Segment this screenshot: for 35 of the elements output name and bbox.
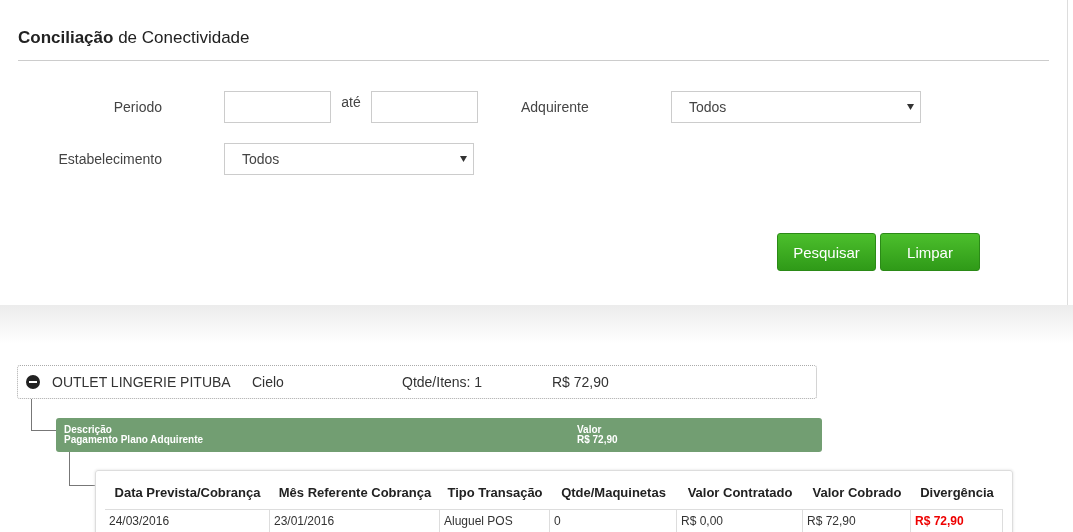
column-header: Qtde/Maquinetas xyxy=(550,475,677,510)
establishment-select[interactable]: Todos xyxy=(224,143,474,175)
caret-icon xyxy=(460,156,467,162)
table-cell: R$ 0,00 xyxy=(677,510,803,532)
column-header: Data Prevista/Cobrança xyxy=(105,475,270,510)
establishment-label: Estabelecimento xyxy=(58,151,163,167)
table-cell: 0 xyxy=(550,510,677,532)
group-total: R$ 72,90 xyxy=(552,374,609,390)
table-cell: 24/03/2016 xyxy=(105,510,270,532)
value-text: R$ 72,90 xyxy=(577,435,618,445)
table-cell: 23/01/2016 xyxy=(270,510,440,532)
description-text: Pagamento Plano Adquirente xyxy=(64,435,205,445)
table-cell: R$ 72,90 xyxy=(911,510,1003,532)
item-count: Qtde/Itens: 1 xyxy=(402,374,484,390)
column-header: Mês Referente Cobrança xyxy=(270,475,440,510)
period-label: Periodo xyxy=(113,99,163,115)
table-cell: Aluguel POS xyxy=(440,510,550,532)
tree-connector xyxy=(69,452,95,486)
period-from-field[interactable] xyxy=(224,91,331,123)
acquirer-select[interactable]: Todos xyxy=(671,91,921,123)
column-header: Valor Contratado xyxy=(677,475,803,510)
period-to-field[interactable] xyxy=(371,91,478,123)
column-header: Valor Cobrado xyxy=(803,475,911,510)
collapse-icon[interactable] xyxy=(26,375,40,389)
value-label: Valor xyxy=(577,425,603,435)
page-title: Conciliação de Conectividade xyxy=(18,28,1049,61)
description-label: Descrição xyxy=(64,425,112,435)
acquirer-label: Adquirente xyxy=(521,99,590,115)
between-label: até xyxy=(341,94,361,110)
store-name: OUTLET LINGERIE PITUBA xyxy=(52,374,232,390)
column-header: Divergência xyxy=(911,475,1003,510)
acquirer-name: Cielo xyxy=(252,374,285,390)
table-cell: R$ 72,90 xyxy=(803,510,911,532)
caret-icon xyxy=(907,104,914,110)
column-header: Tipo Transação xyxy=(440,475,550,510)
